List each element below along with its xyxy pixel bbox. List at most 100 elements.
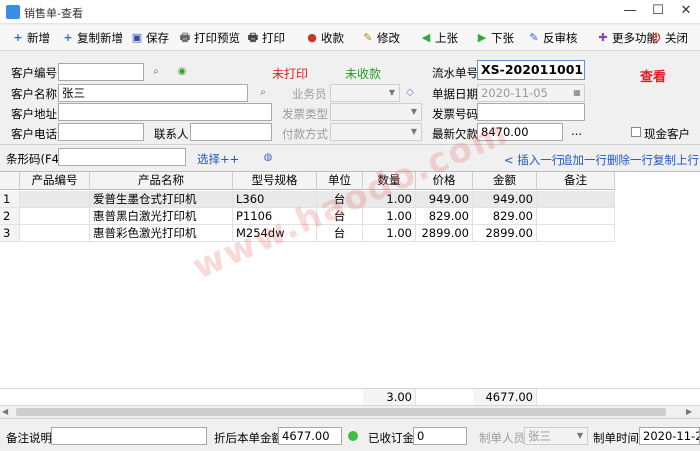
table-cell[interactable]: 2899.00 (473, 225, 537, 242)
column-header[interactable]: 价格 (416, 172, 473, 190)
next-button[interactable]: ▶ 下张 (476, 29, 514, 47)
calendar-icon: ▦ (573, 88, 581, 97)
print-button[interactable]: 🖶 打印 (247, 29, 285, 47)
unapprove-button-label: 反审核 (543, 31, 578, 45)
column-header[interactable]: 金额 (473, 172, 537, 190)
created-time-label: 制单时间 (593, 431, 639, 445)
cash-customer-checkbox[interactable] (631, 127, 641, 137)
salesman-select[interactable]: ▼ (330, 84, 400, 102)
more-dots-button[interactable]: ... (571, 124, 582, 138)
barcode-input[interactable] (58, 148, 186, 166)
creator-select[interactable]: 张三 ▼ (524, 427, 588, 445)
table-cell[interactable] (537, 208, 615, 225)
add-row-link[interactable]: 追加一行 (561, 152, 607, 168)
latest-debt-input[interactable]: 8470.00 (477, 123, 563, 141)
row-number[interactable]: 2 (0, 208, 20, 225)
column-header[interactable]: 备注 (537, 172, 615, 190)
invoice-type-select[interactable]: ▼ (330, 103, 422, 121)
column-header[interactable]: 产品编号 (20, 172, 90, 190)
column-header[interactable]: 数量 (363, 172, 416, 190)
insert-row-link[interactable]: < 插入一行 (504, 152, 563, 168)
table-cell[interactable]: 惠普黑白激光打印机 (90, 208, 233, 225)
delete-row-link[interactable]: 删除一行 (607, 152, 653, 168)
toolbar: + 新增 + 复制新增 ▣ 保存 🖶 打印预览 🖶 打印 ● 收款 ✎ 修改 ◀ 上张 ▶ 下张 ✎ 反审核 ✚ 更多功能… (0, 25, 700, 51)
unapprove-button[interactable]: ✎ 反审核 (528, 29, 578, 47)
copy-new-button[interactable]: + 复制新增 (62, 29, 123, 47)
discounted-total-input[interactable]: 4677.00 (278, 427, 342, 445)
deposit-input[interactable]: 0 (413, 427, 467, 445)
table-cell[interactable]: 829.00 (416, 208, 473, 225)
more-functions-button[interactable]: ✚ 更多功能 (597, 29, 658, 47)
window-title: 销售单-查看 (24, 7, 83, 20)
table-cell[interactable]: 1.00 (363, 208, 416, 225)
total-quantity: 3.00 (363, 389, 416, 406)
copy-row-link[interactable]: 复制上行 (653, 152, 699, 168)
table-cell[interactable] (20, 191, 90, 208)
table-cell[interactable]: M254dw (233, 225, 317, 242)
scroll-right-icon[interactable]: ▶ (686, 407, 696, 417)
close-window-button[interactable]: ✕ (672, 0, 700, 24)
table-cell[interactable]: 829.00 (473, 208, 537, 225)
receive-payment-button[interactable]: ● 收款 (306, 29, 344, 47)
eraser-icon[interactable]: ◇ (404, 87, 416, 99)
table-cell[interactable]: 惠普彩色激光打印机 (90, 225, 233, 242)
creator-label: 制单人员 (479, 431, 525, 445)
new-button[interactable]: + 新增 (12, 29, 50, 47)
table-cell[interactable]: 949.00 (416, 191, 473, 208)
scroll-left-icon[interactable]: ◀ (2, 407, 12, 417)
print-icon: 🖶 (247, 31, 259, 44)
table-cell[interactable]: 爱普生墨仓式打印机 (90, 191, 233, 208)
customer-name-label: 客户名称 (11, 87, 57, 101)
select-link[interactable]: 选择++ (197, 151, 239, 167)
maximize-button[interactable]: ☐ (644, 0, 672, 24)
customer-code-input[interactable] (58, 63, 144, 81)
scrollbar-thumb[interactable] (16, 408, 666, 416)
customer-address-input[interactable] (58, 103, 272, 121)
search-icon[interactable]: ⌕ (150, 66, 162, 78)
refresh-icon[interactable]: ◉ (176, 66, 188, 78)
customer-code-label: 客户编号 (11, 66, 57, 80)
invoice-no-input[interactable] (477, 103, 585, 121)
payment-method-label: 付款方式 (282, 127, 328, 141)
created-time-input[interactable]: 2020-11-26 (639, 427, 700, 445)
column-header[interactable]: 单位 (317, 172, 363, 190)
remark-input[interactable] (51, 427, 207, 445)
table-cell[interactable] (20, 225, 90, 242)
row-number[interactable]: 1 (0, 191, 20, 208)
table-cell[interactable] (20, 208, 90, 225)
table-cell[interactable]: 台 (317, 208, 363, 225)
table-cell[interactable]: 台 (317, 225, 363, 242)
unapprove-icon: ✎ (529, 31, 539, 44)
column-header[interactable]: 型号规格 (233, 172, 317, 190)
close-icon: ⏻ (651, 31, 661, 44)
table-cell[interactable]: 949.00 (473, 191, 537, 208)
save-button[interactable]: ▣ 保存 (131, 29, 169, 47)
doc-date-picker[interactable]: 2020-11-05 ▦ (477, 84, 585, 102)
globe-icon[interactable]: ◍ (262, 152, 274, 164)
customer-name-input[interactable]: 张三 (58, 84, 248, 102)
row-number[interactable]: 3 (0, 225, 20, 242)
table-cell[interactable]: 2899.00 (416, 225, 473, 242)
previous-button[interactable]: ◀ 上张 (420, 29, 458, 47)
customer-phone-input[interactable] (58, 123, 144, 141)
discounted-total-label: 折后本单金额 (214, 431, 283, 445)
customer-lookup-icon[interactable]: ⌕ (257, 87, 269, 99)
serial-no-input[interactable]: XS-202011001 (477, 60, 585, 80)
table-cell[interactable] (537, 191, 615, 208)
table-cell[interactable]: P1106 (233, 208, 317, 225)
table-cell[interactable] (537, 225, 615, 242)
table-cell[interactable]: L360 (233, 191, 317, 208)
table-cell[interactable]: 1.00 (363, 191, 416, 208)
close-button[interactable]: ⏻ 关闭 (650, 29, 688, 47)
payment-method-select[interactable]: ▼ (330, 123, 422, 141)
column-header[interactable]: 产品名称 (90, 172, 233, 190)
contact-input[interactable] (190, 123, 272, 141)
view-mode-badge: 查看 (640, 70, 667, 85)
table-cell[interactable]: 1.00 (363, 225, 416, 242)
print-preview-button[interactable]: 🖶 打印预览 (179, 29, 240, 47)
chevron-down-icon: ▼ (576, 431, 584, 440)
edit-button[interactable]: ✎ 修改 (362, 29, 400, 47)
horizontal-scrollbar[interactable]: ◀ ▶ (0, 405, 700, 418)
table-cell[interactable]: 台 (317, 191, 363, 208)
minimize-button[interactable]: — (616, 0, 644, 24)
